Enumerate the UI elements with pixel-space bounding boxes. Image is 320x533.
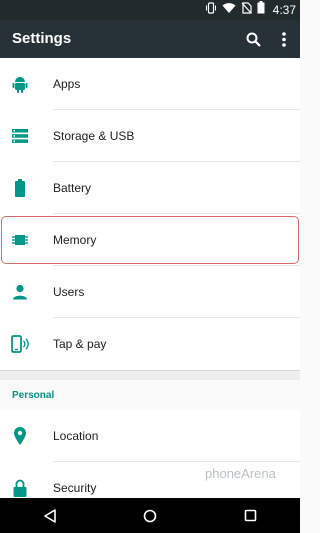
settings-item-memory[interactable]: Memory (0, 214, 300, 266)
wifi-icon (222, 1, 236, 19)
memory-icon (11, 231, 29, 249)
status-bar: 4:37 (0, 0, 300, 20)
back-icon (44, 508, 56, 523)
settings-item-label: Tap & pay (53, 337, 107, 351)
settings-item-location[interactable]: Location (0, 410, 300, 462)
back-button[interactable] (37, 503, 63, 529)
battery-icon (257, 1, 265, 19)
settings-item-label: Storage & USB (53, 129, 135, 143)
no-sim-icon (241, 1, 252, 19)
settings-list: Apps Storage & USB Battery Memory Users … (0, 58, 300, 514)
highlight-ring (1, 216, 299, 264)
settings-item-apps[interactable]: Apps (0, 58, 300, 110)
settings-item-users[interactable]: Users (0, 266, 300, 318)
section-header-label: Personal (12, 390, 55, 401)
android-icon (11, 75, 29, 93)
recents-icon (244, 509, 256, 522)
lock-icon (11, 479, 29, 497)
status-icons: 4:37 (205, 1, 296, 19)
search-button[interactable] (242, 28, 264, 50)
tap-pay-icon (11, 335, 29, 353)
more-options-button[interactable] (273, 28, 295, 50)
settings-item-label: Apps (53, 77, 81, 91)
settings-item-label: Location (53, 429, 99, 443)
battery-icon (11, 179, 29, 197)
location-icon (11, 427, 29, 445)
status-time: 4:37 (272, 3, 296, 17)
more-vert-icon (282, 31, 286, 47)
settings-item-tap-pay[interactable]: Tap & pay (0, 318, 300, 370)
settings-item-battery[interactable]: Battery (0, 162, 300, 214)
settings-item-label: Battery (53, 181, 92, 195)
recents-button[interactable] (237, 503, 263, 529)
navigation-bar (0, 498, 300, 533)
section-divider (0, 370, 300, 380)
home-button[interactable] (137, 503, 163, 529)
vibrate-icon (205, 1, 217, 19)
search-icon (246, 32, 261, 47)
device-section: Apps Storage & USB Battery Memory Users … (0, 58, 300, 370)
settings-item-label: Memory (53, 233, 97, 247)
person-icon (11, 283, 29, 301)
settings-item-storage[interactable]: Storage & USB (0, 110, 300, 162)
home-icon (143, 509, 157, 522)
settings-item-label: Users (53, 285, 85, 299)
section-header-personal: Personal (0, 380, 300, 410)
app-bar: Settings (0, 20, 300, 58)
page-title: Settings (12, 30, 72, 47)
watermark: phoneArena (205, 466, 276, 481)
settings-item-label: Security (53, 481, 97, 495)
storage-icon (11, 127, 29, 145)
